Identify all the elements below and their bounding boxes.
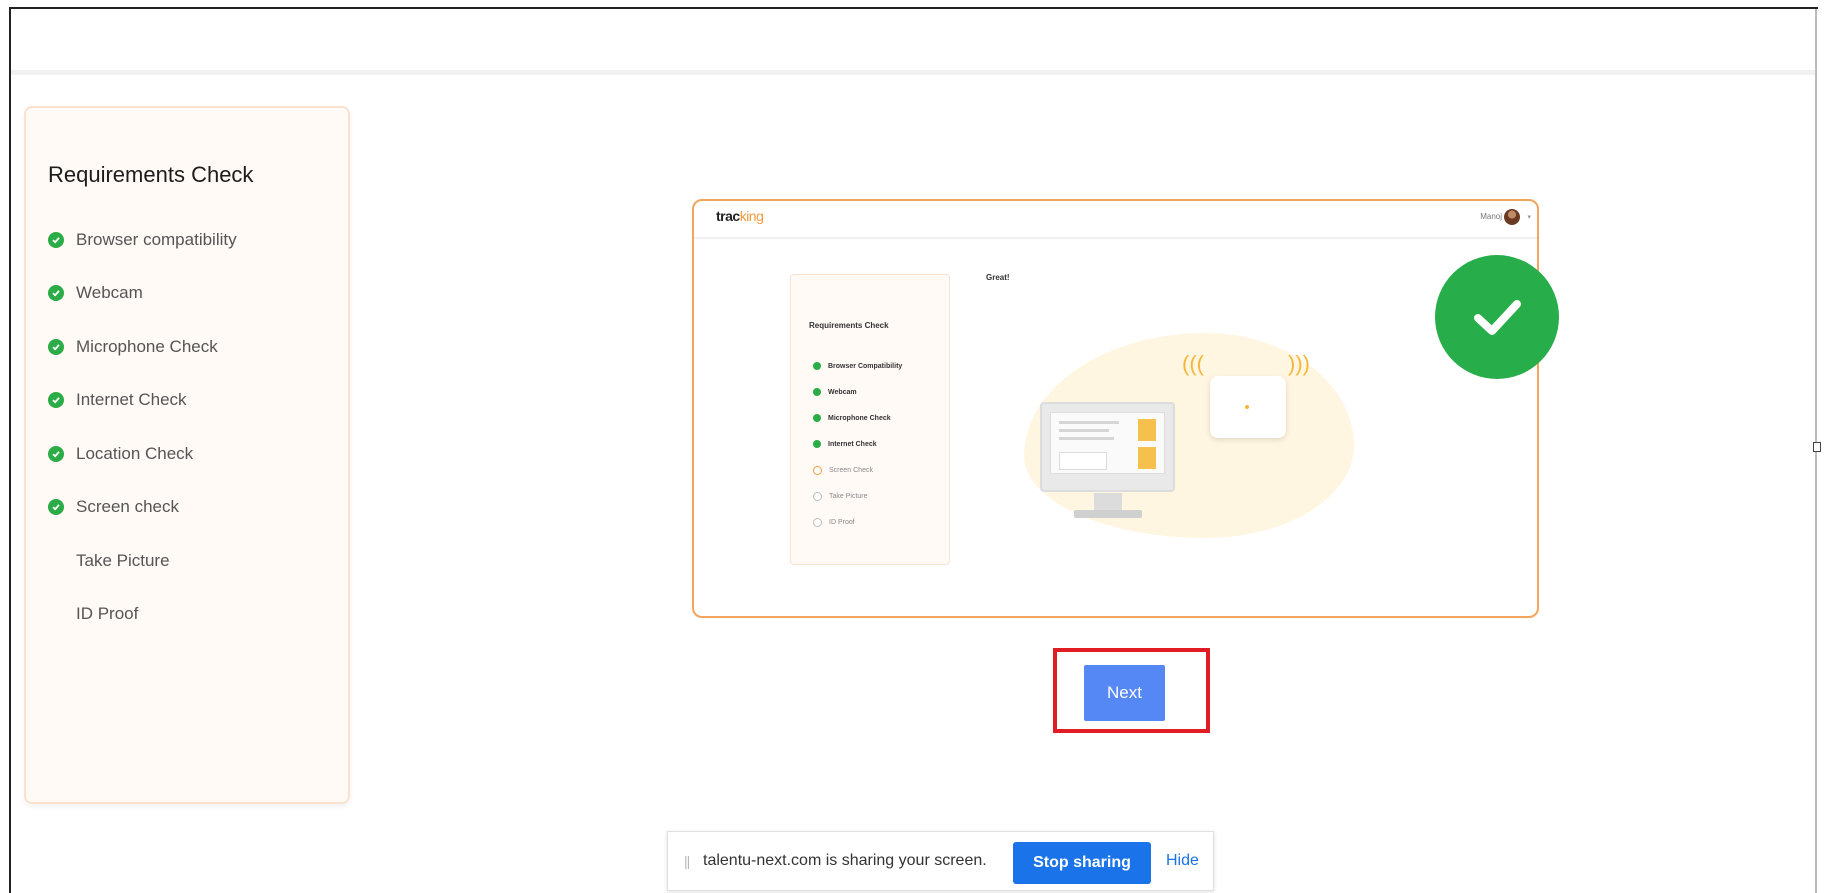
preview-item: Internet Check	[813, 431, 902, 457]
preview-item: Browser Compatibility	[813, 353, 902, 379]
screen-preview: tracking Manoj ▾ Requirements Check Brow…	[692, 199, 1539, 618]
requirements-list: Browser compatibility Webcam Microphone …	[48, 213, 237, 641]
stop-sharing-button[interactable]: Stop sharing	[1013, 842, 1151, 884]
requirement-label: Internet Check	[76, 390, 187, 410]
requirement-label: Webcam	[76, 283, 143, 303]
check-icon	[48, 285, 64, 302]
preview-requirements-list: Browser Compatibility Webcam Microphone …	[813, 353, 902, 535]
requirement-picture: Take Picture	[48, 534, 237, 588]
requirement-label: Location Check	[76, 443, 194, 463]
check-dot-icon	[813, 440, 821, 448]
check-dot-icon	[813, 388, 821, 396]
next-button[interactable]: Next	[1084, 665, 1165, 721]
preview-sidebar-title: Requirements Check	[809, 321, 889, 330]
monitor-base	[1074, 510, 1142, 518]
chevron-down-icon: ▾	[1527, 214, 1531, 221]
check-icon	[48, 231, 64, 248]
requirement-microphone: Microphone Check	[48, 320, 237, 374]
check-icon	[48, 445, 64, 462]
monitor-illustration	[1040, 402, 1175, 492]
requirement-label: Microphone Check	[76, 336, 218, 356]
check-icon	[48, 338, 64, 355]
requirements-sidebar: Requirements Check Browser compatibility…	[24, 106, 350, 804]
preview-item: Take Picture	[813, 483, 902, 509]
requirement-webcam: Webcam	[48, 267, 237, 321]
resize-handle[interactable]	[1813, 442, 1821, 452]
sidebar-title: Requirements Check	[48, 162, 254, 187]
requirement-label: ID Proof	[76, 604, 139, 624]
preview-item: ID Proof	[813, 509, 902, 535]
requirement-screen: Screen check	[48, 481, 237, 535]
ring-icon	[813, 517, 822, 527]
requirement-location: Location Check	[48, 427, 237, 481]
check-dot-icon	[813, 414, 821, 422]
preview-logo: tracking	[716, 208, 764, 224]
wifi-signal-icon: (((	[1182, 351, 1204, 376]
requirement-label: Take Picture	[76, 550, 170, 570]
screen-sharing-bar: || talentu-next.com is sharing your scre…	[667, 831, 1214, 891]
drag-handle-icon[interactable]: ||	[684, 853, 690, 869]
check-icon	[48, 499, 64, 516]
browser-viewport: Requirements Check Browser compatibility…	[9, 7, 1823, 893]
requirement-internet: Internet Check	[48, 374, 237, 428]
preview-item: Screen Check	[813, 457, 902, 483]
check-dot-icon	[813, 362, 821, 370]
ring-icon	[813, 465, 822, 475]
top-header	[11, 9, 1816, 75]
check-icon	[48, 392, 64, 409]
preview-sidebar: Requirements Check Browser Compatibility…	[790, 274, 950, 565]
requirement-id-proof: ID Proof	[48, 588, 237, 642]
requirement-browser: Browser compatibility	[48, 213, 237, 267]
requirement-label: Screen check	[76, 497, 179, 517]
preview-item: Microphone Check	[813, 405, 902, 431]
ring-icon	[813, 491, 822, 501]
sharing-message: talentu-next.com is sharing your screen.	[703, 852, 987, 869]
success-check-icon	[1435, 255, 1559, 379]
preview-great-text: Great!	[986, 273, 1010, 282]
requirement-label: Browser compatibility	[76, 229, 237, 249]
preview-item: Webcam	[813, 379, 902, 405]
avatar	[1504, 209, 1520, 225]
hide-link[interactable]: Hide	[1166, 852, 1199, 870]
preview-user-name: Manoj	[1480, 212, 1502, 221]
wifi-signal-icon: )))	[1288, 351, 1310, 376]
preview-header: tracking Manoj ▾	[694, 201, 1537, 239]
illustration-card	[1210, 376, 1286, 438]
